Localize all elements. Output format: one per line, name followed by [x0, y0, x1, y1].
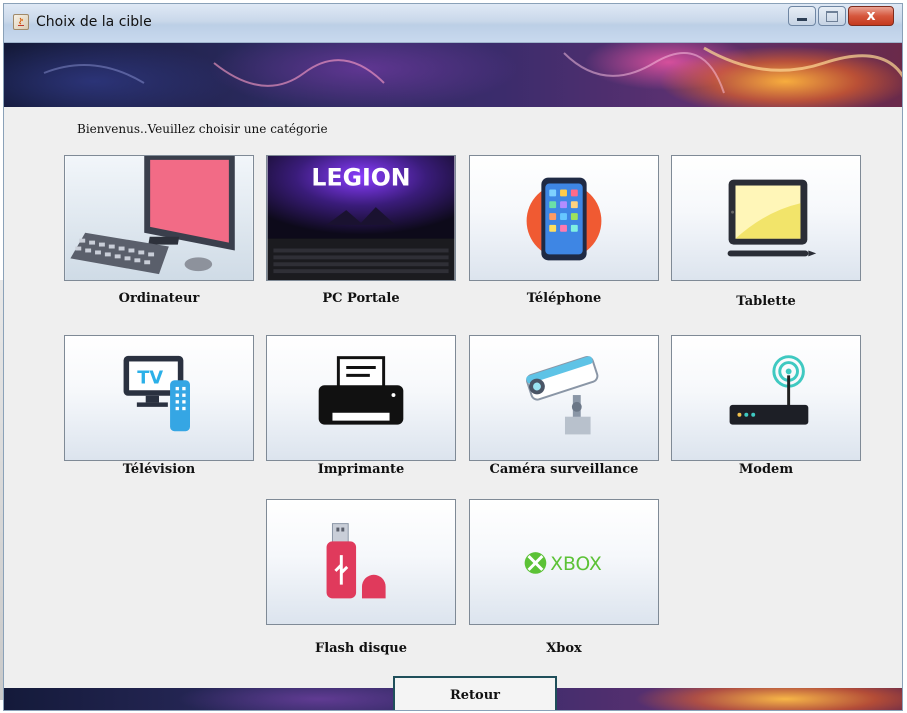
xbox-logo: XBOX [524, 552, 602, 575]
category-label: Xbox [546, 641, 582, 656]
close-icon: x [866, 8, 876, 24]
category-label: Flash disque [314, 641, 408, 656]
category-label: Tablette [736, 294, 796, 309]
category-tile-modem[interactable] [671, 335, 861, 461]
security-camera-icon [526, 356, 599, 435]
usb-flash-drive-icon [326, 523, 386, 599]
category-tile-imprimante[interactable] [266, 335, 456, 461]
category-label: Téléphone [526, 291, 602, 306]
java-app-icon [13, 14, 29, 30]
category-tile-television[interactable]: TV [64, 335, 254, 461]
category-label: Ordinateur [118, 291, 200, 306]
desktop-computer-icon [65, 156, 253, 280]
category-label: Modem [738, 462, 794, 477]
minimize-icon [797, 17, 807, 21]
printer-icon [318, 356, 404, 425]
xbox-logo-text: XBOX [550, 554, 602, 575]
tv-text: TV [137, 369, 163, 389]
category-label: PC Portale [322, 291, 400, 306]
tablet-icon [727, 179, 817, 257]
header-banner-image [4, 43, 902, 107]
window-controls: x [788, 6, 894, 26]
welcome-message: Bienvenus..Veuillez choisir une catégori… [77, 122, 328, 136]
category-label: Caméra surveillance [489, 462, 639, 477]
maximize-button[interactable] [818, 6, 846, 26]
legion-laptop-image: LEGION [267, 156, 455, 280]
window-title: Choix de la cible [36, 14, 152, 30]
category-tile-ordinateur[interactable] [64, 155, 254, 281]
minimize-button[interactable] [788, 6, 816, 26]
category-tile-tablette[interactable] [671, 155, 861, 281]
title-bar[interactable]: Choix de la cible x [4, 4, 902, 43]
back-button[interactable]: Retour [393, 676, 557, 710]
category-tile-xbox[interactable]: XBOX [469, 499, 659, 625]
banner-light-streaks [43, 46, 902, 94]
category-label: Télévision [122, 462, 196, 477]
category-tile-flash-disque[interactable] [266, 499, 456, 625]
router-icon [729, 355, 809, 425]
close-button[interactable]: x [848, 6, 894, 26]
maximize-icon [826, 10, 838, 22]
tv-remote-icon: TV [123, 355, 190, 432]
category-tile-camera-surveillance[interactable] [469, 335, 659, 461]
smartphone-icon [526, 177, 602, 261]
category-label: Imprimante [317, 462, 405, 477]
category-tile-telephone[interactable] [469, 155, 659, 281]
legion-logo-text: LEGION [311, 164, 410, 192]
category-tile-pc-portale[interactable]: LEGION [266, 155, 456, 281]
app-window: Choix de la cible x Bienvenus..Veuillez … [3, 3, 903, 711]
